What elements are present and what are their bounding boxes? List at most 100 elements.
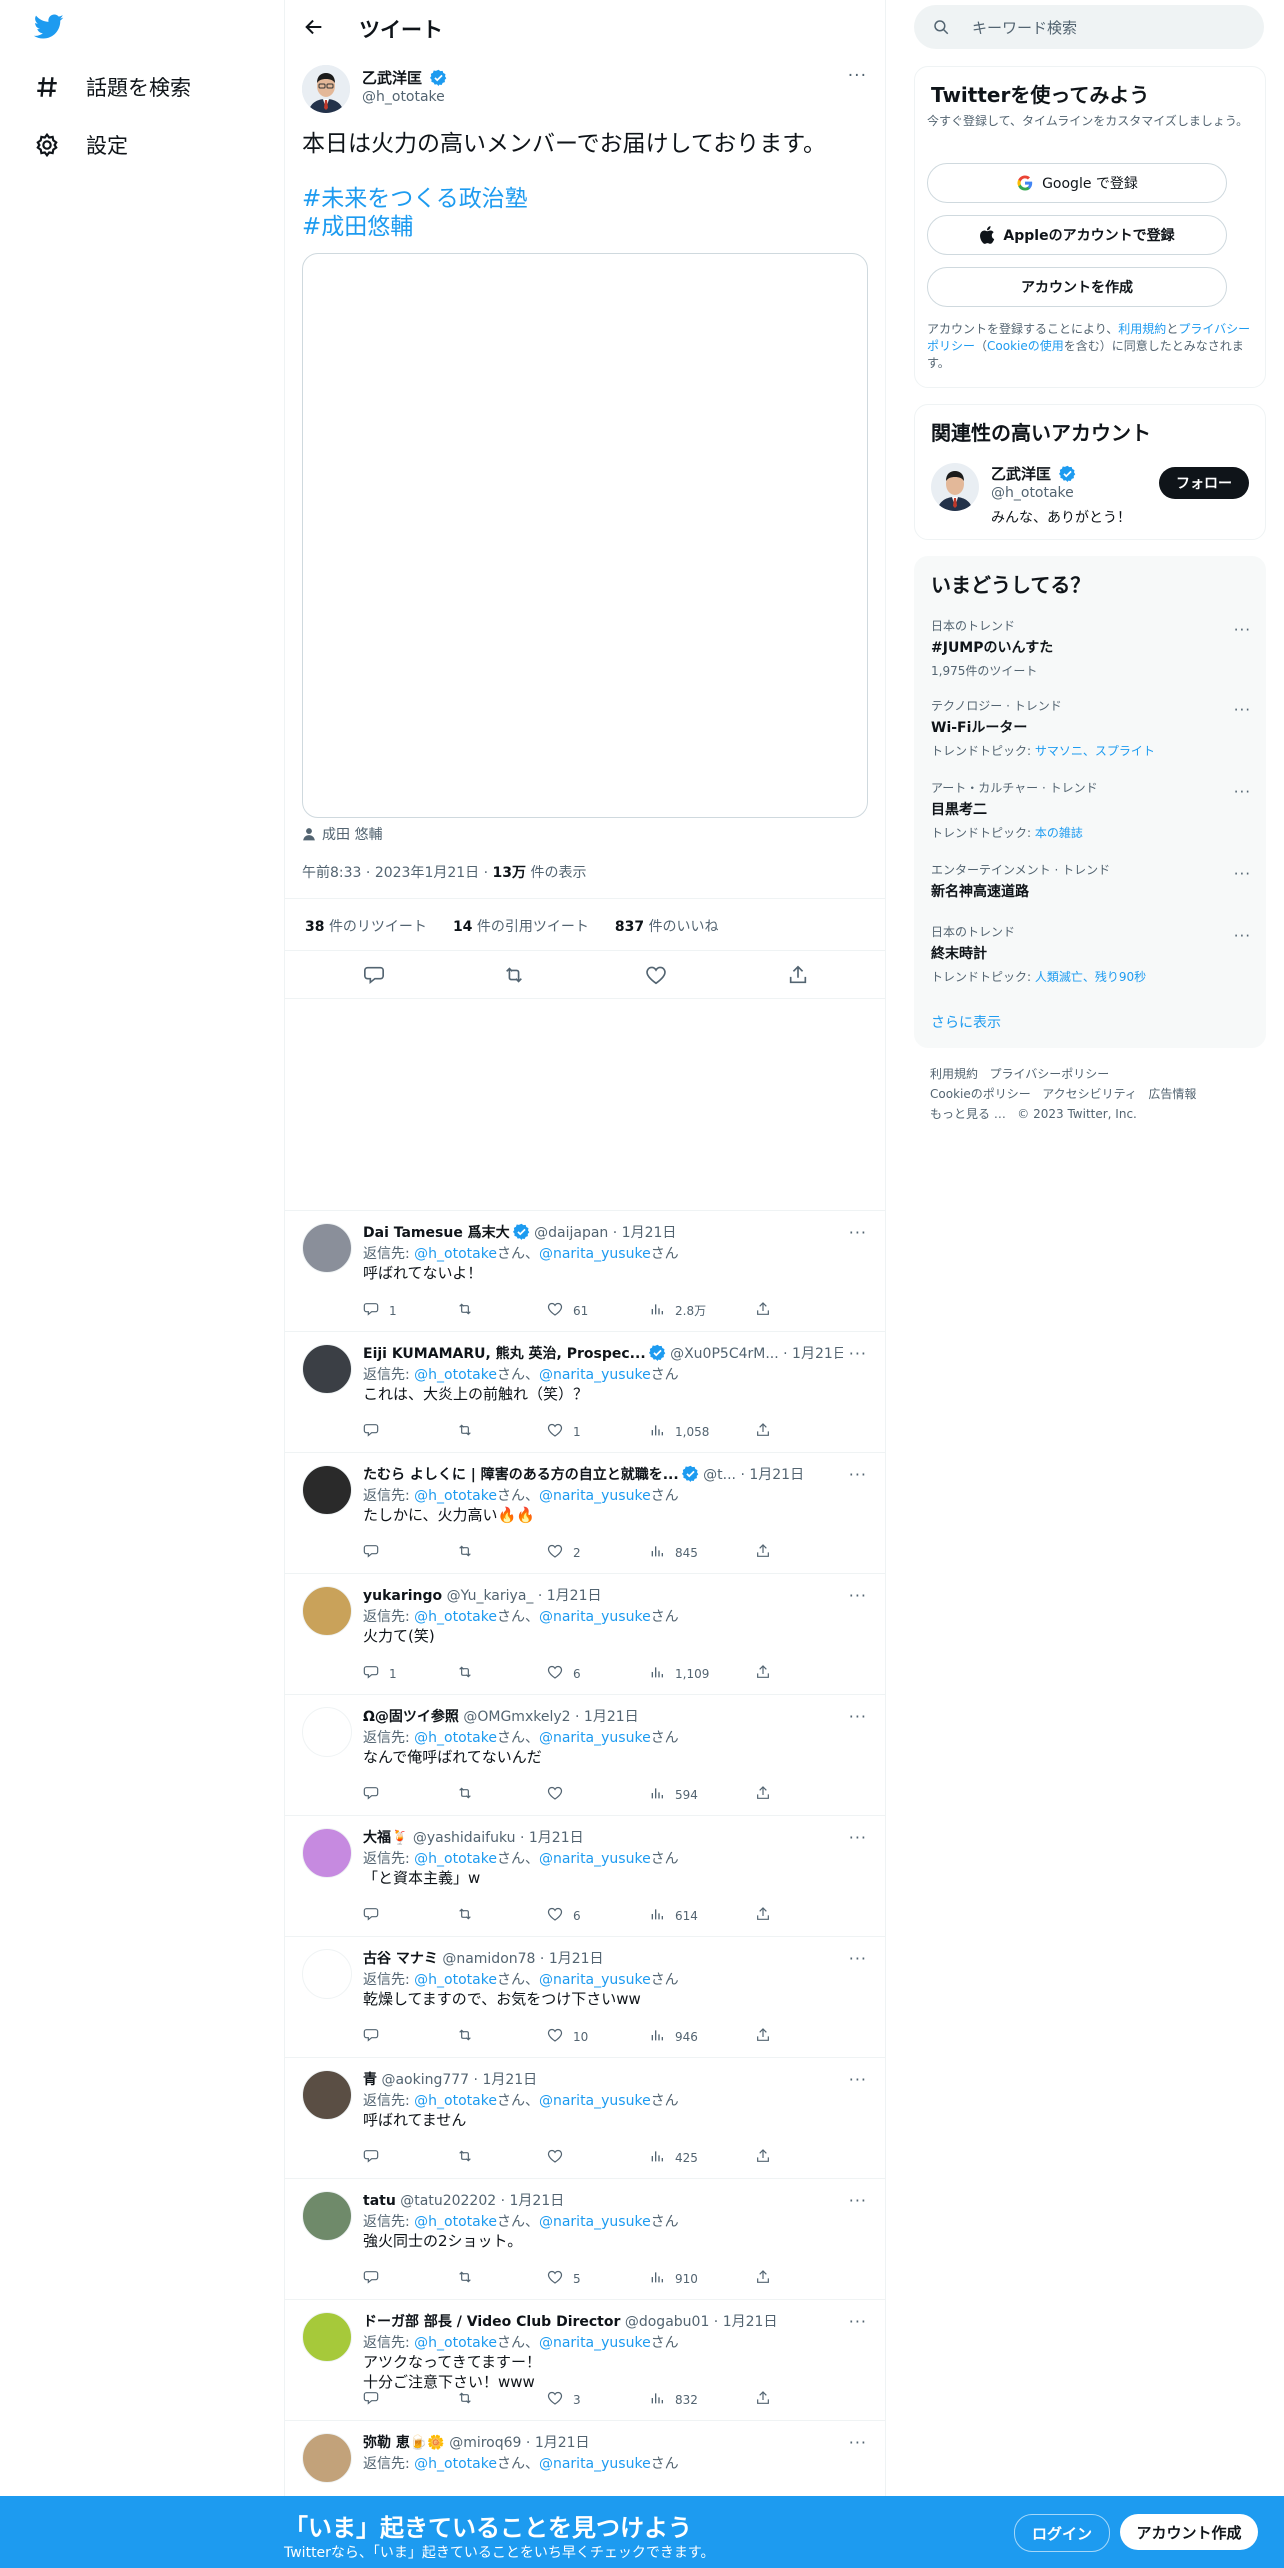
mention-link[interactable]: @narita_yusuke	[539, 1730, 651, 1746]
author-name-row[interactable]: 乙武洋匡	[362, 67, 447, 88]
mention-link[interactable]: @narita_yusuke	[539, 1609, 651, 1625]
reply-author-name[interactable]: Eiji KUMAMARU, 熊丸 英治, Prospec...	[363, 1346, 646, 1362]
retweet-button[interactable]	[457, 1906, 483, 1925]
mention-link[interactable]: @h_ototake	[414, 1367, 497, 1383]
mention-link[interactable]: @narita_yusuke	[539, 1246, 651, 1262]
reply-avatar[interactable]	[302, 1707, 352, 1757]
mention-link[interactable]: @h_ototake	[414, 2335, 497, 2351]
like-button[interactable]: 10	[547, 2027, 588, 2046]
share-button[interactable]	[755, 2390, 771, 2409]
like-button[interactable]: 3	[547, 2390, 581, 2409]
mention-link[interactable]: @h_ototake	[414, 1972, 497, 1988]
reply-author-handle[interactable]: @Xu0P5C4rM...	[670, 1346, 779, 1362]
author-handle[interactable]: @h_ototake	[362, 89, 445, 105]
more-options-icon[interactable]: ···	[849, 2312, 867, 2331]
quote-stat[interactable]: 14 件の引用ツイート	[453, 916, 589, 936]
related-name-row[interactable]: 乙武洋匡	[991, 463, 1076, 484]
like-button[interactable]: 5	[547, 2269, 581, 2288]
reply-author-handle[interactable]: @daijapan	[534, 1225, 608, 1241]
reply-date[interactable]: 1月21日	[529, 1830, 584, 1846]
reply-author-handle[interactable]: @tatu202202	[400, 2193, 496, 2209]
google-signup-button[interactable]: Google で登録	[927, 163, 1227, 203]
retweet-icon[interactable]	[503, 964, 525, 986]
reply-date[interactable]: 1月21日	[549, 1951, 604, 1967]
footer-link[interactable]: Cookieのポリシー	[930, 1087, 1031, 1101]
reply-tweet[interactable]: ドーガ部 部長 / Video Club Director @dogabu01 …	[285, 2299, 885, 2420]
mention-link[interactable]: @h_ototake	[414, 2456, 497, 2472]
share-button[interactable]	[755, 2269, 771, 2288]
mention-link[interactable]: @h_ototake	[414, 1488, 497, 1504]
share-button[interactable]	[755, 1301, 771, 1320]
reply-author-name[interactable]: Dai Tamesue 爲末大	[363, 1225, 510, 1241]
follow-button[interactable]: フォロー	[1159, 467, 1249, 499]
more-options-icon[interactable]: ···	[849, 2191, 867, 2210]
more-options-icon[interactable]: ···	[1234, 927, 1251, 945]
back-arrow-icon[interactable]	[303, 16, 325, 38]
retweet-button[interactable]	[457, 2027, 483, 2046]
share-button[interactable]	[755, 2027, 771, 2046]
reply-author-name[interactable]: 大福🍹	[363, 1830, 408, 1846]
reply-avatar[interactable]	[302, 2191, 352, 2241]
retweet-button[interactable]	[457, 1422, 483, 1441]
reply-author-handle[interactable]: @yashidaifuku	[413, 1830, 516, 1846]
reply-tweet[interactable]: Dai Tamesue 爲末大 @daijapan · 1月21日 ··· 返信先:…	[285, 1210, 885, 1331]
reply-author-handle[interactable]: @Yu_kariya_	[447, 1588, 534, 1604]
trend-item[interactable]: エンターテインメント · トレンド 新名神高速道路 ···	[931, 861, 1251, 901]
login-button[interactable]: ログイン	[1014, 2514, 1110, 2552]
reply-author-handle[interactable]: @t...	[703, 1467, 736, 1483]
like-icon[interactable]	[645, 964, 667, 986]
more-options-icon[interactable]: ···	[849, 1707, 867, 1726]
trend-topic-link[interactable]: 本の雑誌	[1035, 826, 1083, 840]
reply-author-handle[interactable]: @aoking777	[381, 2072, 469, 2088]
reply-button[interactable]	[363, 2027, 389, 2046]
retweet-button[interactable]	[457, 1785, 483, 1804]
cookie-link[interactable]: Cookieの使用	[987, 339, 1064, 353]
reply-button[interactable]	[363, 1543, 389, 1562]
retweet-button[interactable]	[457, 2390, 483, 2409]
reply-author-handle[interactable]: @namidon78	[442, 1951, 535, 1967]
more-options-icon[interactable]: ···	[849, 2070, 867, 2089]
reply-avatar[interactable]	[302, 2070, 352, 2120]
reply-avatar[interactable]	[302, 1949, 352, 1999]
more-options-icon[interactable]: ···	[849, 2433, 867, 2452]
reply-tweet[interactable]: Eiji KUMAMARU, 熊丸 英治, Prospec... @Xu0P5C…	[285, 1331, 885, 1452]
views-button[interactable]: 832	[649, 2390, 698, 2409]
mention-link[interactable]: @narita_yusuke	[539, 2093, 651, 2109]
twitter-logo-icon[interactable]	[34, 14, 64, 40]
reply-date[interactable]: 1月21日	[510, 2193, 565, 2209]
reply-tweet[interactable]: 大福🍹 @yashidaifuku · 1月21日 ··· 返信先: @h_otot…	[285, 1815, 885, 1936]
reply-tweet[interactable]: Ω@固ツイ参照 @OMGmxkely2 · 1月21日 ··· 返信先: @h_ot…	[285, 1694, 885, 1815]
more-options-icon[interactable]: ···	[849, 1828, 867, 1847]
reply-date[interactable]: 1月21日	[792, 1346, 843, 1362]
reply-button[interactable]	[363, 2269, 389, 2288]
footer-link[interactable]: アクセシビリティ	[1042, 1087, 1137, 1101]
reply-date[interactable]: 1月21日	[482, 2072, 537, 2088]
nav-item-settings[interactable]: 設定	[34, 130, 128, 160]
like-button[interactable]	[547, 2148, 573, 2167]
nav-item-explore[interactable]: 話題を検索	[34, 72, 191, 102]
reply-avatar[interactable]	[302, 1223, 352, 1273]
reply-author-name[interactable]: 青	[363, 2072, 377, 2088]
reply-tweet[interactable]: 古谷 マナミ @namidon78 · 1月21日 ··· 返信先: @h_otot…	[285, 1936, 885, 2057]
related-avatar[interactable]	[931, 463, 979, 511]
mention-link[interactable]: @h_ototake	[414, 1246, 497, 1262]
reply-author-handle[interactable]: @miroq69	[449, 2435, 521, 2451]
share-button[interactable]	[755, 1543, 771, 1562]
retweet-button[interactable]	[457, 1664, 483, 1683]
reply-button[interactable]	[363, 2148, 389, 2167]
share-button[interactable]	[755, 1422, 771, 1441]
more-options-icon[interactable]: ···	[1234, 701, 1251, 719]
mention-link[interactable]: @h_ototake	[414, 1851, 497, 1867]
create-account-button[interactable]: アカウントを作成	[927, 267, 1227, 307]
reply-date[interactable]: 1月21日	[584, 1709, 639, 1725]
author-avatar[interactable]	[302, 65, 350, 113]
tweet-time[interactable]: 午前8:33	[302, 865, 361, 881]
mention-link[interactable]: @narita_yusuke	[539, 1367, 651, 1383]
views-button[interactable]: 845	[649, 1543, 698, 1562]
more-options-icon[interactable]: ···	[849, 1586, 867, 1605]
views-button[interactable]: 1,058	[649, 1422, 709, 1441]
mention-link[interactable]: @narita_yusuke	[539, 1851, 651, 1867]
trend-item[interactable]: テクノロジー · トレンド Wi-Fiルーター トレンドトピック: サマソニ、スプラ…	[931, 697, 1251, 759]
more-options-icon[interactable]: ···	[1234, 621, 1251, 639]
reply-avatar[interactable]	[302, 1828, 352, 1878]
